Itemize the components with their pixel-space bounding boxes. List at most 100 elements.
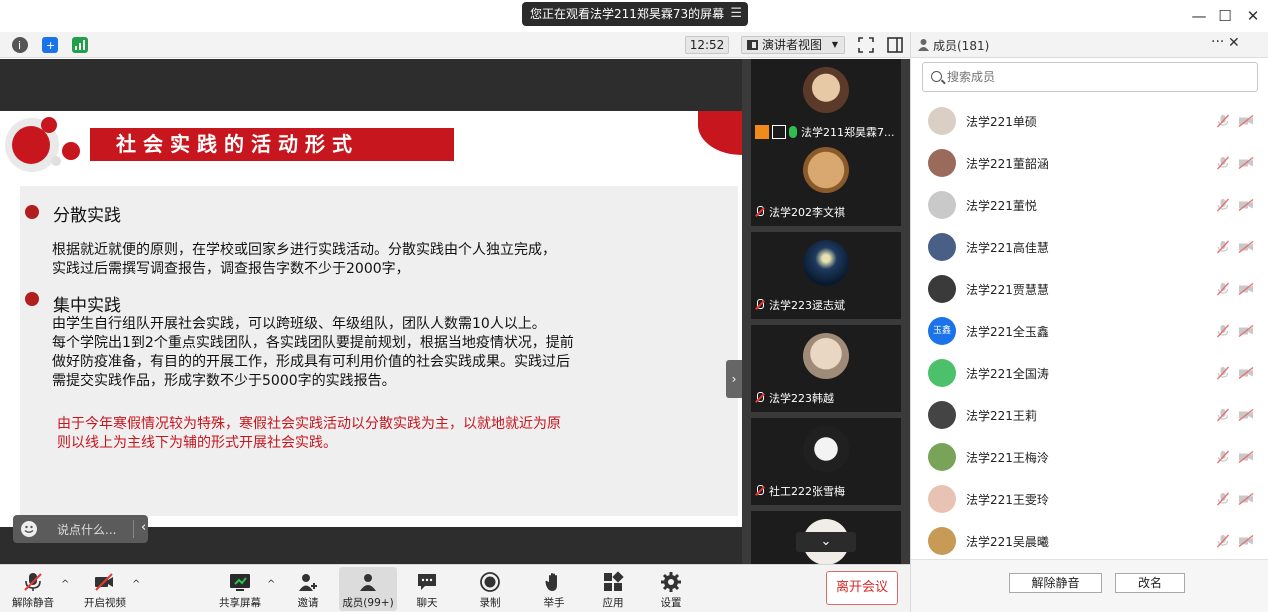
leave-meeting-button[interactable]: 离开会议: [826, 571, 898, 605]
member-row[interactable]: 法学221全国涛: [911, 353, 1268, 395]
start-video-label: 开启视频: [84, 597, 126, 609]
camera-off-icon[interactable]: [1238, 367, 1254, 379]
video-tile[interactable]: 法学223韩越: [751, 325, 901, 412]
mic-off-icon[interactable]: [1216, 366, 1230, 380]
video-tile-name: 法学223逯志斌: [755, 297, 845, 313]
member-search-input[interactable]: [947, 67, 1247, 87]
mic-off-icon[interactable]: [1216, 450, 1230, 464]
maximize-icon[interactable]: ☐: [1215, 6, 1235, 26]
chat-input-bar[interactable]: 说点什么... ‹: [13, 515, 148, 543]
camera-off-icon[interactable]: [1238, 451, 1254, 463]
chevron-up-icon[interactable]: ^: [61, 579, 69, 590]
note-line: 由于今年寒假情况较为特殊，寒假社会实践活动以分散实践为主，以就地就近为原: [57, 416, 561, 432]
camera-off-icon[interactable]: [1238, 325, 1254, 337]
mic-off-icon[interactable]: [1216, 156, 1230, 170]
camera-off-icon[interactable]: [1238, 283, 1254, 295]
record-button[interactable]: 录制: [469, 567, 511, 611]
settings-button[interactable]: 设置: [650, 567, 692, 611]
video-tile[interactable]: 法学211郑昊霖7...: [751, 59, 901, 146]
camera-off-icon[interactable]: [1238, 241, 1254, 253]
member-row[interactable]: 法学221王莉: [911, 395, 1268, 437]
person-icon: [918, 39, 929, 51]
record-label: 录制: [479, 597, 501, 609]
video-tile[interactable]: 法学202李文祺: [751, 139, 901, 226]
members-panel: 成员(181) ··· ✕ 法学221单硕法学221董韶涵法学221董悦法学22…: [910, 32, 1268, 612]
member-row[interactable]: 法学221单硕: [911, 101, 1268, 143]
avatar: [803, 67, 849, 113]
mic-off-icon[interactable]: [1216, 198, 1230, 212]
raise-hand-button[interactable]: 举手: [533, 567, 575, 611]
members-button[interactable]: 成员(99+): [339, 567, 397, 611]
more-icon[interactable]: ···: [1211, 34, 1224, 50]
shared-screen-area: 社会实践的活动形式 分散实践 根据就近就便的原则，在学校或回家乡进行实践活动。分…: [0, 59, 742, 564]
member-row[interactable]: 玉鑫 法学221全玉鑫: [911, 311, 1268, 353]
avatar: [928, 527, 956, 555]
close-icon[interactable]: ✕: [1228, 35, 1240, 51]
chat-placeholder[interactable]: 说点什么...: [57, 521, 116, 538]
collapse-video-panel-button[interactable]: ›: [726, 360, 742, 398]
section-text: 根据就近就便的原则，在学校或回家乡进行实践活动。分散实践由个人独立完成， 实践过…: [52, 241, 556, 279]
camera-off-icon[interactable]: [1238, 493, 1254, 505]
camera-off-icon[interactable]: [1238, 157, 1254, 169]
fullscreen-icon[interactable]: [857, 36, 875, 54]
meeting-clock: 12:52: [685, 36, 729, 54]
member-row[interactable]: 法学221高佳慧: [911, 227, 1268, 269]
share-screen-icon: [230, 574, 250, 591]
text-line: 由学生自行组队开展社会实践，可以跨班级、年级组队，团队人数需10人以上。: [52, 316, 546, 332]
unmute-button[interactable]: 解除静音: [8, 567, 58, 611]
screen-share-banner[interactable]: 您正在观看法学211郑昊霖73的屏幕 ☰: [522, 2, 748, 26]
chevron-left-icon[interactable]: ‹: [141, 520, 146, 535]
chat-icon: [418, 574, 436, 590]
avatar: [928, 149, 956, 177]
close-icon[interactable]: ✕: [1243, 6, 1263, 26]
video-tile[interactable]: 社工222张雪梅: [751, 418, 901, 505]
camera-off-icon[interactable]: [1238, 409, 1254, 421]
bullet-dot: [25, 205, 39, 219]
member-name: 法学221高佳慧: [966, 241, 1049, 255]
share-screen-button[interactable]: 共享屏幕: [215, 567, 265, 611]
section-heading: 分散实践: [53, 206, 121, 226]
bullet-dot: [25, 292, 39, 306]
member-row[interactable]: 法学221王雯玲: [911, 479, 1268, 521]
member-row[interactable]: 法学221董悦: [911, 185, 1268, 227]
layout-toggle-icon[interactable]: [886, 36, 904, 54]
mic-off-icon[interactable]: [1216, 324, 1230, 338]
avatar: [803, 426, 849, 472]
mic-off-icon[interactable]: [1216, 534, 1230, 548]
camera-off-icon[interactable]: [1238, 535, 1254, 547]
scroll-down-button[interactable]: ⌄: [796, 532, 856, 552]
member-row[interactable]: 法学221贾慧慧: [911, 269, 1268, 311]
minimize-icon[interactable]: —: [1189, 6, 1209, 26]
mic-off-icon[interactable]: [1216, 240, 1230, 254]
member-row[interactable]: 法学221王梅泠: [911, 437, 1268, 479]
unmute-all-button[interactable]: 解除静音: [1009, 573, 1102, 593]
invite-button[interactable]: 邀请: [287, 567, 329, 611]
start-video-button[interactable]: 开启视频: [80, 567, 130, 611]
mic-off-icon: [755, 485, 765, 497]
mic-off-icon[interactable]: [1216, 408, 1230, 422]
apps-button[interactable]: 应用: [592, 567, 634, 611]
signal-icon[interactable]: [72, 37, 88, 53]
slide-corner-decoration: [698, 111, 742, 155]
menu-icon[interactable]: ☰: [730, 2, 742, 26]
mic-off-icon[interactable]: [1216, 114, 1230, 128]
add-person-icon: [299, 574, 317, 591]
camera-off-icon[interactable]: [1238, 115, 1254, 127]
mic-off-icon: [24, 573, 42, 591]
view-mode-select[interactable]: 演讲者视图 ▼: [741, 36, 845, 54]
info-icon[interactable]: i: [12, 37, 28, 53]
rename-button[interactable]: 改名: [1115, 573, 1185, 593]
member-search-box[interactable]: [922, 62, 1258, 92]
camera-off-icon[interactable]: [1238, 199, 1254, 211]
video-tile[interactable]: 法学223逯志斌: [751, 232, 901, 319]
member-row[interactable]: 法学221董韶涵: [911, 143, 1268, 185]
chevron-up-icon[interactable]: ^: [267, 579, 275, 590]
emoji-icon[interactable]: [21, 521, 37, 537]
chat-button[interactable]: 聊天: [406, 567, 448, 611]
mic-off-icon[interactable]: [1216, 492, 1230, 506]
mic-off-icon[interactable]: [1216, 282, 1230, 296]
shield-icon[interactable]: +: [42, 37, 58, 53]
member-row[interactable]: 法学221吴晨曦: [911, 521, 1268, 563]
note-line: 则以线上为主线下为辅的形式开展社会实践。: [57, 435, 337, 451]
chevron-up-icon[interactable]: ^: [132, 579, 140, 590]
